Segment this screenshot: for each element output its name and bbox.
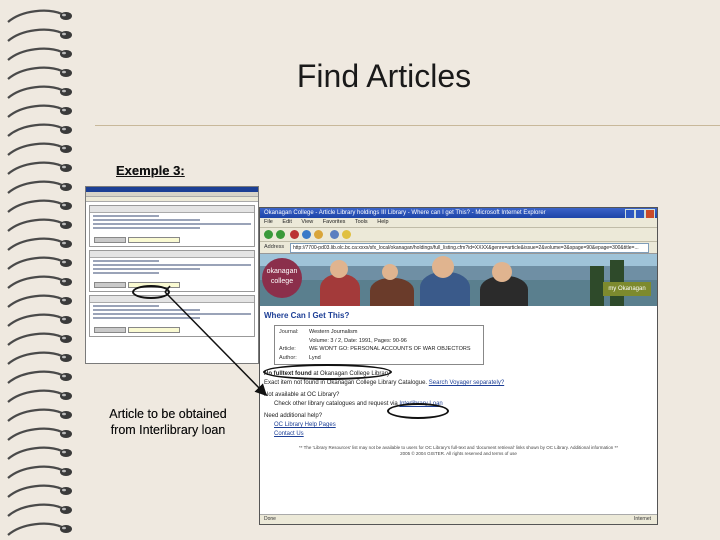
favorites-icon[interactable]	[342, 230, 351, 239]
check-other-line: Check other library catalogues and reque…	[274, 401, 443, 407]
refresh-icon[interactable]	[302, 230, 311, 239]
search-icon[interactable]	[330, 230, 339, 239]
background-record	[89, 205, 255, 247]
page-content: Where Can I Get This? Journal: Western Jo…	[260, 306, 657, 457]
window-titlebar: Okanagan College - Article Library holdi…	[260, 208, 657, 218]
menu-edit[interactable]: Edit	[282, 219, 291, 225]
forward-icon[interactable]	[276, 230, 285, 239]
menu-favorites[interactable]: Favorites	[323, 219, 346, 225]
not-available-heading: Not available at OC Library?	[264, 392, 340, 398]
slide: Find Articles Exemple 3: Okanagan Colleg…	[0, 0, 720, 540]
address-bar: Address http://7700-pd03.lib.olc.bc.ca:x…	[260, 242, 657, 254]
slide-title: Find Articles	[296, 58, 472, 94]
address-input[interactable]: http://7700-pd03.lib.olc.bc.ca:xxxx/sfx_…	[290, 243, 649, 253]
exact-item-line: Exact item not found in Okanagan College…	[264, 380, 505, 386]
background-addressbar	[86, 197, 258, 202]
background-record	[89, 250, 255, 292]
menubar: File Edit View Favorites Tools Help	[260, 218, 657, 228]
page-footer: ** The 'Library Resources' list may not …	[298, 445, 619, 456]
my-okanagan-button[interactable]: my Okanagan	[603, 282, 651, 296]
background-record	[89, 295, 255, 337]
background-screenshot	[85, 186, 259, 364]
help-pages-link[interactable]: OC Library Help Pages	[264, 421, 653, 430]
status-zone: Internet	[634, 516, 651, 522]
address-label: Address	[264, 244, 285, 250]
maximize-icon[interactable]	[635, 209, 645, 218]
example-label: Exemple 3:	[116, 163, 185, 178]
page-heading: Where Can I Get This?	[264, 311, 350, 320]
back-icon[interactable]	[264, 230, 273, 239]
title-rule	[95, 125, 720, 126]
window-title: Okanagan College - Article Library holdi…	[264, 210, 546, 216]
menu-file[interactable]: File	[264, 219, 273, 225]
stop-icon[interactable]	[290, 230, 299, 239]
menu-tools[interactable]: Tools	[355, 219, 368, 225]
minimize-icon[interactable]	[625, 209, 635, 218]
status-text: Done	[264, 516, 276, 522]
citation-box: Journal: Western Journalism Volume: 3 / 2…	[274, 325, 484, 365]
contact-us-link[interactable]: Contact Us	[264, 430, 653, 439]
menu-view[interactable]: View	[301, 219, 313, 225]
status-bar: Done Internet	[260, 514, 657, 524]
highlight-oval	[132, 285, 170, 299]
close-icon[interactable]	[645, 209, 655, 218]
no-fulltext-highlight-oval	[263, 364, 392, 380]
need-help-heading: Need additional help?	[264, 413, 323, 419]
annotation-note: Article to be obtained from Interlibrary…	[109, 407, 227, 437]
toolbar	[260, 228, 657, 242]
interlibrary-loan-highlight-oval	[387, 403, 449, 419]
site-banner: okanagan college my Okanagan	[260, 254, 657, 306]
home-icon[interactable]	[314, 230, 323, 239]
college-logo[interactable]: okanagan college	[262, 258, 302, 298]
search-voyager-link[interactable]: Search Voyager separately?	[429, 380, 504, 386]
menu-help[interactable]: Help	[377, 219, 388, 225]
